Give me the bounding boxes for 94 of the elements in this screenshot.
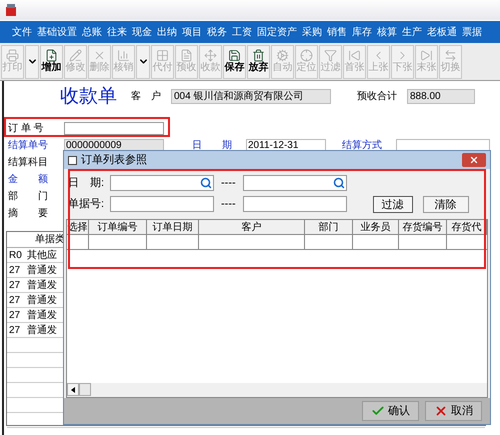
column-header[interactable]: 存货编号 — [399, 220, 447, 234]
bill-from-field[interactable] — [110, 196, 214, 212]
scrollbar-thumb[interactable] — [79, 383, 91, 396]
column-header[interactable]: 客户 — [199, 220, 305, 234]
cross-icon — [434, 404, 448, 418]
prepaid-label: 预收合计 — [357, 90, 397, 104]
menu-item[interactable]: 现金 — [132, 24, 152, 40]
range-separator: ---- — [220, 176, 237, 191]
window-icon — [68, 156, 77, 164]
form-title: 收款单 — [60, 84, 117, 109]
close-button[interactable] — [462, 153, 486, 167]
customer-label: 客 户 — [131, 90, 161, 104]
column-header[interactable]: 订单编号 — [89, 220, 147, 234]
cross-icon — [93, 49, 106, 62]
column-header[interactable]: 订单日期 — [147, 220, 199, 234]
dropdown-button[interactable] — [136, 44, 150, 78]
table-cell-text: 27 — [8, 294, 22, 307]
pencil-icon — [69, 49, 82, 62]
menu-item[interactable]: 总账 — [82, 24, 102, 40]
bar-chart-icon — [117, 49, 130, 62]
menu-item[interactable]: 文件 — [12, 24, 32, 40]
toolbar-button[interactable]: 增加 — [40, 44, 63, 78]
bill-to-field[interactable] — [242, 196, 347, 212]
check-icon — [371, 404, 385, 418]
table-cell-text: 27 — [8, 264, 22, 277]
clear-button[interactable]: 清除 — [422, 196, 469, 212]
document-icon — [180, 49, 193, 62]
field-label: 摘 要 — [8, 206, 48, 221]
toolbar-button[interactable]: 放弃 — [247, 44, 270, 78]
bin-icon — [252, 49, 265, 62]
scroll-left-button[interactable] — [67, 383, 79, 396]
grid-icon — [156, 49, 169, 62]
column-header[interactable]: 部门 — [305, 220, 353, 234]
table-cell-text: 普通发 — [27, 324, 57, 337]
search-icon — [332, 177, 345, 190]
arrows-icon — [204, 49, 217, 62]
first-icon — [348, 49, 361, 62]
range-separator: ---- — [220, 196, 237, 212]
table-cell-text: R0 — [8, 249, 23, 262]
dialog-title: 订单列表参照 — [81, 152, 147, 168]
menu-item[interactable]: 生产 — [402, 24, 422, 40]
dropdown-button[interactable] — [25, 44, 39, 78]
table-cell-text: 普通发 — [27, 264, 57, 277]
filter-icon — [324, 49, 337, 62]
gear-icon — [276, 49, 289, 62]
ok-button[interactable]: 确认 — [362, 401, 419, 421]
toolbar-button[interactable]: 保存 — [223, 44, 246, 78]
menu-item[interactable]: 票据 — [462, 24, 482, 40]
menu-item[interactable]: 采购 — [302, 24, 322, 40]
menu-item[interactable]: 核算 — [377, 24, 397, 40]
menu-item[interactable]: 工资 — [232, 24, 252, 40]
table-cell-text: 普通发 — [27, 308, 57, 322]
order-number-field[interactable] — [64, 122, 164, 134]
column-header[interactable]: 存货代 — [447, 220, 487, 234]
date-to-field[interactable] — [242, 175, 347, 192]
menu-item[interactable]: 销售 — [327, 24, 347, 40]
table-cell-text: 27 — [8, 279, 22, 292]
date-from-field[interactable] — [110, 175, 214, 192]
cancel-button[interactable]: 取消 — [425, 401, 482, 421]
menu-item[interactable]: 基础设置 — [37, 24, 77, 40]
prepaid-field[interactable]: 888.00 — [407, 88, 475, 104]
menu-item[interactable]: 往来 — [107, 24, 127, 40]
left-arrow-icon — [71, 386, 75, 392]
table-cell-text: 普通发 — [27, 294, 57, 307]
menu-item[interactable]: 库存 — [352, 24, 372, 40]
printer-icon — [6, 49, 19, 62]
close-icon — [469, 155, 479, 165]
app-icon — [4, 3, 18, 17]
switch-icon — [444, 49, 457, 62]
menu-item[interactable]: 税务 — [207, 24, 227, 40]
last-icon — [420, 49, 433, 62]
bill-number-label: 单据号: — [68, 196, 106, 212]
crosshair-icon — [300, 49, 313, 62]
menu-item[interactable]: 项目 — [182, 24, 202, 40]
order-number-label: 订 单 号 — [8, 122, 45, 136]
field-label: 金 额 — [8, 172, 48, 187]
field-label: 部 门 — [8, 190, 48, 204]
menu-item[interactable]: 固定资产 — [257, 24, 297, 40]
settlement-method-label: 结算方式 — [342, 138, 382, 153]
add-document-icon — [45, 49, 58, 62]
date-label: 日 期 — [192, 138, 232, 153]
menu-item[interactable]: 老板通 — [427, 24, 457, 40]
field-label: 结算科目 — [8, 156, 48, 170]
table-cell-text: 其他应 — [27, 248, 57, 262]
save-icon — [228, 49, 241, 62]
settlement-number-label: 结算单号 — [8, 138, 49, 153]
table-cell-text: 普通发 — [27, 278, 57, 292]
menu-item[interactable]: 出纳 — [157, 24, 177, 40]
customer-field[interactable]: 004 银川信和源商贸有限公司 — [171, 88, 331, 104]
column-header[interactable]: 业务员 — [353, 220, 399, 234]
table-cell-text: 27 — [8, 309, 22, 322]
table-cell-text: 27 — [8, 324, 22, 337]
search-icon — [200, 177, 212, 190]
filter-button[interactable]: 过滤 — [372, 196, 413, 212]
